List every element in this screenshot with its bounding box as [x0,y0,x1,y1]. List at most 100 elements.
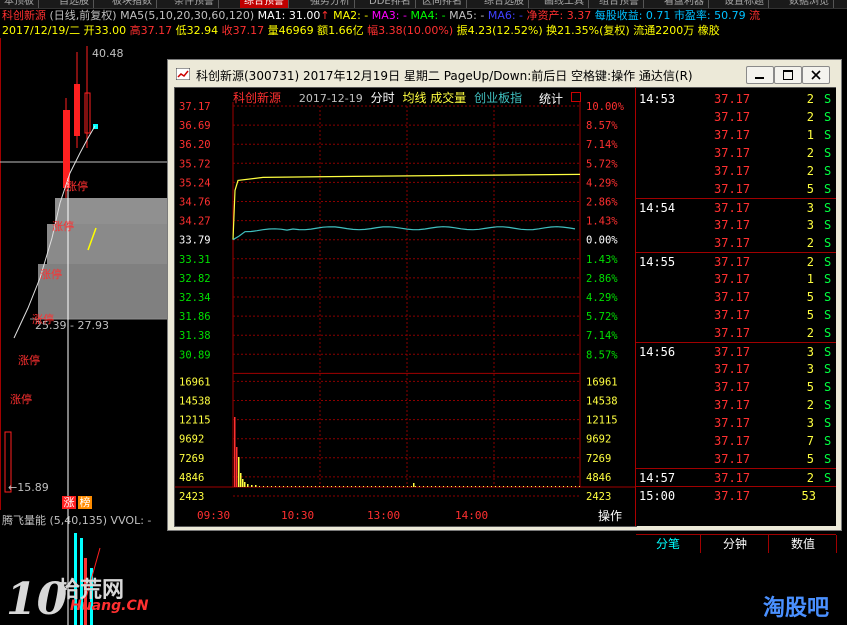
top-tab[interactable]: DDE排名 [365,0,416,8]
volume-axis-label: 9692 [586,434,611,446]
volume-bar [523,486,524,487]
tick-side: S [824,272,832,286]
tick-volume: 5 [806,290,814,304]
pct-axis-label: 1.43% [586,254,618,266]
top-tab[interactable]: 条件预警 [170,0,219,8]
tick-side: S [824,434,832,448]
tab-minutes[interactable]: 分钟 [702,535,769,553]
rank-badge: 榜 [78,496,92,509]
tick-volume: 1 [806,272,814,286]
tick-time: 14:55 [639,255,676,269]
kline-low-label: ←15.89 [8,481,49,494]
day-sector: 橡胶 [697,24,720,37]
volume-axis-label: 12115 [586,415,618,427]
tick-volume: 2 [806,398,814,412]
top-tab[interactable]: 综合选股 [480,0,529,8]
volume-bar [531,486,532,487]
volume-bar [455,486,456,487]
top-tab[interactable]: 综合预警 [240,0,289,8]
time-axis-label: 09:30 [197,509,230,522]
tick-time: 14:57 [639,471,676,485]
dialog-titlebar[interactable]: 科创新源(300731) 2017年12月19日 星期二 PageUp/Down… [168,60,841,88]
tick-volume: 2 [806,164,814,178]
volume-axis-label: 4846 [586,472,611,484]
volume-bar [244,482,246,487]
ma5-value: MA5: - [449,9,485,22]
top-tab[interactable]: 数据浏览 [785,0,834,8]
tick-row: 37.17 3 S [636,216,836,234]
avg-line [232,226,576,241]
tick-price: 37.17 [714,272,751,286]
limit-badge: 涨 [62,496,76,509]
tick-price: 37.17 [714,345,751,359]
day-float: 流通2200万 [633,24,695,37]
top-tab[interactable]: 看盘利器 [660,0,709,8]
volume-bar [527,486,528,487]
volume-bar [247,484,249,487]
stats-button[interactable]: 统计 [539,90,563,107]
volume-bar [240,473,242,487]
tick-side: S [824,345,832,359]
tick-row: 37.17 3 S [636,414,836,432]
volume-bar [431,486,432,487]
tick-row: 14:53 37.17 2 S [636,90,836,108]
top-tab[interactable]: 设置标题 [720,0,769,8]
price-axis-label: 33.31 [179,254,211,266]
close-button[interactable] [802,66,830,84]
tick-side: S [824,182,832,196]
volume-bar [371,486,372,487]
price-axis-label: 31.86 [179,311,211,323]
volume-bar [471,486,472,487]
watermark-right: 淘股吧 [763,596,830,621]
volume-bar [507,486,508,487]
price-axis-label: 31.38 [179,330,211,342]
stats-toggle-icon[interactable] [571,92,581,102]
tab-values[interactable]: 数值 [770,535,837,553]
tab-ticks[interactable]: 分笔 [636,535,701,553]
arrow-up-icon: ↑ [320,9,330,22]
pct-axis-label: 5.72% [586,311,618,323]
maximize-button[interactable] [774,66,802,84]
ma-label: MA5(5,10,20,30,60,120) [120,9,255,22]
minimize-button[interactable] [746,66,774,84]
pct-axis-label: 4.29% [586,177,618,189]
volume-bar [499,486,500,487]
pct-axis-label: 1.43% [586,216,618,228]
top-tab[interactable]: 画线工具 [540,0,589,8]
chart-header: 科创新源 2017-12-19 分时 均线 成交量 创业板指 [233,89,522,106]
volume-bar [555,486,556,487]
volume-bar [251,485,253,487]
day-change: 幅3.38(10.00%) [367,24,454,37]
pct-axis-label: 2.86% [586,273,618,285]
tick-price: 37.17 [714,398,751,412]
volume-bar [242,479,244,487]
price-axis-label: 34.27 [179,216,211,228]
tick-price: 37.17 [714,290,751,304]
volume-axis-label: 16961 [179,376,211,388]
top-tab[interactable]: 本顶板 [0,0,39,8]
tick-row: 37.17 5 S [636,180,836,198]
limit-up-label: 涨停 [10,393,32,406]
top-tab[interactable]: 组合预警 [595,0,644,8]
top-tab[interactable]: 强势分析 [306,0,355,8]
operate-button[interactable]: 操作 [598,507,622,524]
pct-axis-label: 7.14% [586,139,618,151]
tick-list[interactable]: 14:53 37.17 2 S 37.17 2 S 37.17 1 S 37.17 2 S 37.17 2 S… [635,87,837,553]
pct-axis-label: 4.29% [586,292,618,304]
top-tab[interactable]: 板块指数 [108,0,157,8]
price-axis-label: 32.34 [179,292,211,304]
price-axis-label: 36.20 [179,139,211,151]
tick-row: 37.17 2 S [636,396,836,414]
pct-axis-label: 2.86% [586,197,618,209]
tick-row: 37.17 2 S [636,144,836,162]
volume-axis-label: 14538 [586,396,618,408]
tick-row: 37.17 5 S [636,450,836,468]
top-tab[interactable]: 自选股 [55,0,94,8]
volume-bar [575,486,576,487]
tick-price: 37.17 [714,434,751,448]
top-tab[interactable]: 区间排名 [418,0,467,8]
chart-date: 2017-12-19 [298,92,363,105]
chart-avg-label: 均线 [402,91,427,105]
intraday-chart[interactable]: 37.17 10.00% 36.69 8.57% 36.20 7.14% 35.72 5.72… [174,87,637,527]
tick-side: S [824,164,832,178]
